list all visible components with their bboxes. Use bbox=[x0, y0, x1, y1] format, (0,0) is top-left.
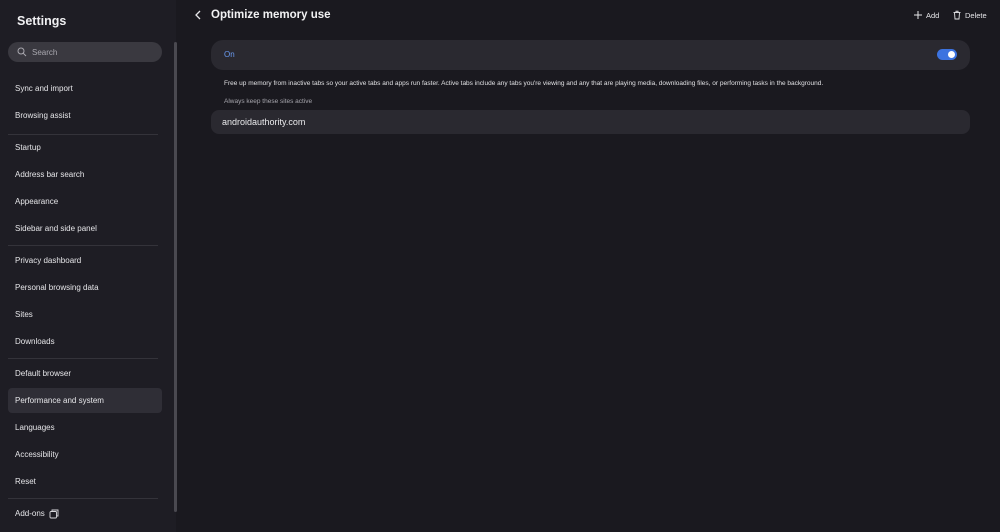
back-button[interactable] bbox=[191, 7, 205, 23]
sidebar-item-label: Default browser bbox=[15, 369, 72, 378]
sidebar-item-privacy-dashboard[interactable]: Privacy dashboard bbox=[8, 248, 162, 273]
sidebar-item-label: Sidebar and side panel bbox=[15, 224, 97, 233]
sidebar-item-sidebar-and-side-panel[interactable]: Sidebar and side panel bbox=[8, 216, 162, 241]
sites-section-label: Always keep these sites active bbox=[224, 98, 313, 105]
sidebar-item-label: Sync and import bbox=[15, 84, 73, 93]
sidebar-item-appearance[interactable]: Appearance bbox=[8, 189, 162, 214]
feature-description: Free up memory from inactive tabs so you… bbox=[224, 80, 824, 87]
sidebar-item-label: Add-ons bbox=[15, 509, 45, 518]
sidebar-item-label: Sites bbox=[15, 310, 33, 319]
sidebar-divider bbox=[8, 498, 158, 499]
sidebar-item-label: Personal browsing data bbox=[15, 283, 99, 292]
sidebar-item-label: Appearance bbox=[15, 197, 59, 206]
settings-window: Settings Sync and import Browsing assist… bbox=[0, 0, 1000, 532]
sidebar-item-accessibility[interactable]: Accessibility bbox=[8, 442, 162, 467]
sidebar-item-startup[interactable]: Startup bbox=[8, 135, 162, 160]
sidebar-item-label: Browsing assist bbox=[15, 111, 71, 120]
sidebar-item-label: Startup bbox=[15, 143, 41, 152]
sidebar-item-default-browser[interactable]: Default browser bbox=[8, 361, 162, 386]
sidebar-item-languages[interactable]: Languages bbox=[8, 415, 162, 440]
sidebar-item-label: Performance and system bbox=[15, 396, 104, 405]
chevron-left-icon bbox=[195, 10, 201, 20]
sidebar-title: Settings bbox=[17, 14, 67, 28]
sidebar-item-browsing-assist[interactable]: Browsing assist bbox=[8, 103, 162, 128]
sidebar-item-add-ons[interactable]: Add-ons bbox=[8, 501, 162, 526]
search-input[interactable] bbox=[32, 47, 152, 57]
sidebar-item-reset[interactable]: Reset bbox=[8, 469, 162, 494]
sidebar-item-label: Address bar search bbox=[15, 170, 85, 179]
page-title: Optimize memory use bbox=[211, 9, 331, 21]
sidebar-item-label: Downloads bbox=[15, 337, 55, 346]
add-button[interactable]: Add bbox=[913, 9, 939, 21]
sidebar-item-label: Reset bbox=[15, 477, 36, 486]
sidebar-item-sites[interactable]: Sites bbox=[8, 302, 162, 327]
plus-icon bbox=[914, 11, 922, 19]
add-button-label: Add bbox=[926, 10, 940, 20]
trash-icon bbox=[953, 10, 961, 20]
open-external-icon bbox=[49, 509, 59, 518]
sidebar-divider bbox=[8, 245, 158, 246]
site-list-item[interactable]: androidauthority.com bbox=[211, 110, 970, 134]
sidebar-item-label: Languages bbox=[15, 423, 55, 432]
sidebar-item-downloads[interactable]: Downloads bbox=[8, 329, 162, 354]
delete-button-label: Delete bbox=[965, 10, 987, 20]
sidebar-item-label: Accessibility bbox=[15, 450, 59, 459]
toggle-state-label: On bbox=[224, 50, 235, 59]
search-icon bbox=[17, 47, 27, 57]
sidebar-item-performance-and-system[interactable]: Performance and system bbox=[8, 388, 162, 413]
search-box[interactable] bbox=[8, 42, 162, 62]
sidebar: Settings Sync and import Browsing assist… bbox=[0, 0, 176, 532]
sidebar-item-personal-browsing-data[interactable]: Personal browsing data bbox=[8, 275, 162, 300]
sidebar-item-sync-and-import[interactable]: Sync and import bbox=[8, 76, 162, 101]
optimize-memory-toggle[interactable] bbox=[937, 49, 957, 60]
sidebar-scrollbar[interactable] bbox=[174, 42, 177, 512]
site-domain: androidauthority.com bbox=[222, 117, 306, 127]
memory-toggle-card: On bbox=[211, 40, 970, 70]
sidebar-item-address-bar-search[interactable]: Address bar search bbox=[8, 162, 162, 187]
delete-button[interactable]: Delete bbox=[952, 9, 987, 21]
sidebar-item-label: Privacy dashboard bbox=[15, 256, 82, 265]
toggle-knob bbox=[948, 51, 955, 58]
sidebar-divider bbox=[8, 358, 158, 359]
